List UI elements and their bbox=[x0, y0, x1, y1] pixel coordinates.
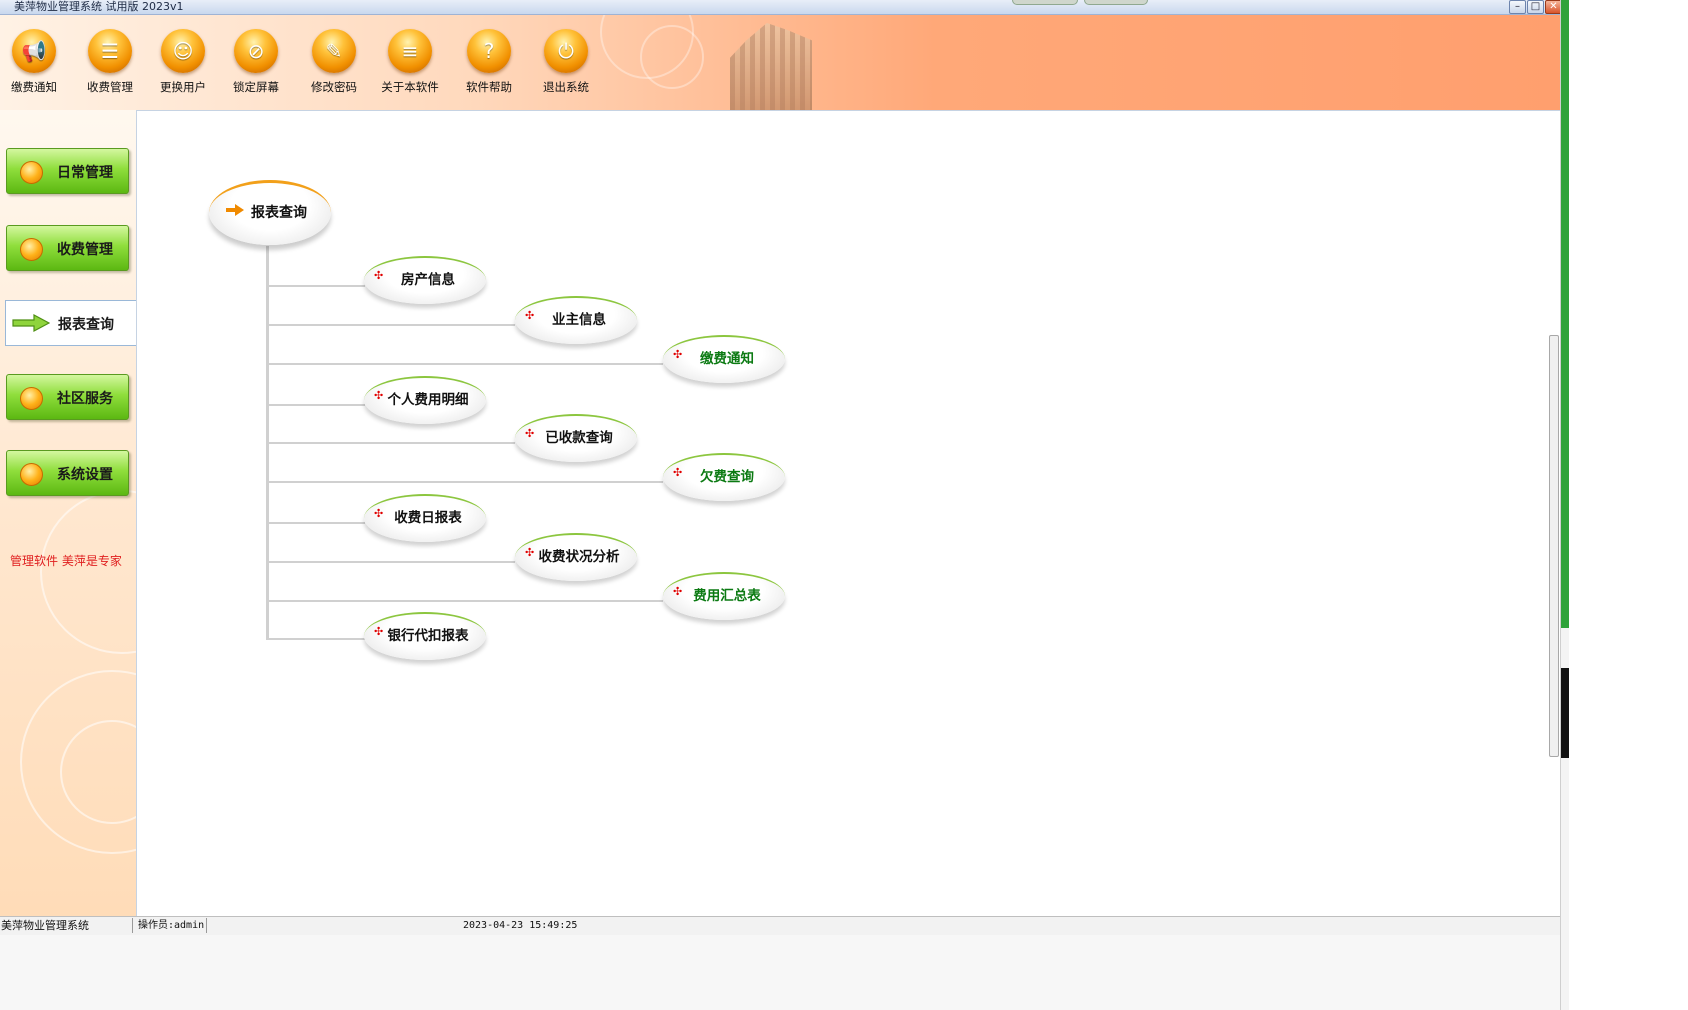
tree-branch bbox=[269, 285, 365, 287]
toolbar-change-password-button[interactable]: ✎ 修改密码 bbox=[298, 29, 370, 95]
node-label: 欠费查询 bbox=[700, 469, 754, 485]
tree-branch bbox=[269, 442, 515, 444]
node-daily-fee-report[interactable]: ✣ 收费日报表 bbox=[364, 494, 488, 544]
toolbar-label: 修改密码 bbox=[311, 80, 357, 94]
sidebar-item-daily-management[interactable]: 日常管理 bbox=[6, 148, 129, 194]
sidebar-item-fee-management[interactable]: 收费管理 bbox=[6, 225, 129, 271]
maximize-button[interactable]: □ bbox=[1527, 0, 1544, 14]
toolbar-label: 收费管理 bbox=[87, 80, 133, 94]
toolbar-exit-button[interactable]: ⏻ 退出系统 bbox=[530, 29, 602, 95]
node-arrears-query[interactable]: ✣ 欠费查询 bbox=[663, 453, 787, 503]
sidebar-item-report-query[interactable]: 报表查询 bbox=[5, 300, 136, 346]
node-label: 个人费用明细 bbox=[387, 392, 469, 408]
status-datetime: 2023-04-23 15:49:25 bbox=[463, 920, 578, 931]
node-label: 收费状况分析 bbox=[538, 549, 620, 565]
sidebar-item-label: 社区服务 bbox=[57, 391, 113, 407]
sidebar-item-label: 系统设置 bbox=[57, 467, 113, 483]
title-decoration bbox=[1012, 0, 1078, 5]
orange-dot-icon bbox=[20, 161, 43, 184]
status-app-name: 美萍物业管理系统 bbox=[1, 919, 89, 932]
minimize-button[interactable]: – bbox=[1509, 0, 1526, 14]
user-switch-icon: ☺ bbox=[172, 39, 194, 63]
node-received-query[interactable]: ✣ 已收款查询 bbox=[515, 414, 639, 464]
background-window-edge bbox=[1561, 0, 1569, 628]
toolbar-label: 软件帮助 bbox=[466, 80, 512, 94]
orange-arrow-icon bbox=[226, 204, 244, 216]
lock-screen-icon: ⊘ bbox=[247, 39, 265, 63]
toolbar-fee-management-button[interactable]: ☰ 收费管理 bbox=[74, 29, 146, 95]
toolbar-switch-user-button[interactable]: ☺ 更换用户 bbox=[147, 29, 219, 95]
node-personal-fee-detail[interactable]: ✣ 个人费用明细 bbox=[364, 376, 488, 426]
sidebar-item-label: 报表查询 bbox=[58, 317, 114, 333]
report-query-root-node: 报表查询 bbox=[209, 180, 333, 250]
node-label: 房产信息 bbox=[401, 272, 455, 288]
orange-dot-icon bbox=[20, 238, 43, 261]
decor-ring bbox=[640, 25, 704, 89]
tree-branch bbox=[269, 324, 515, 326]
node-label: 已收款查询 bbox=[545, 430, 613, 446]
status-operator: 操作员:admin bbox=[138, 920, 205, 931]
orange-dot-icon bbox=[20, 387, 43, 410]
power-icon: ⏻ bbox=[558, 39, 574, 63]
main-toolbar: 📢 缴费通知 ☰ 收费管理 ☺ 更换用户 ⊘ 锁定屏幕 ✎ 修改密码 ≡ 关于本… bbox=[0, 15, 1560, 110]
help-icon: ? bbox=[483, 39, 495, 63]
sidebar-item-label: 日常管理 bbox=[57, 165, 113, 181]
megaphone-icon: 📢 bbox=[21, 39, 47, 63]
ledger-icon: ☰ bbox=[101, 39, 119, 63]
toolbar-label: 锁定屏幕 bbox=[233, 80, 279, 94]
building-illustration bbox=[730, 23, 812, 110]
tree-branch bbox=[269, 561, 515, 563]
status-divider bbox=[132, 918, 133, 933]
tree-branch bbox=[269, 522, 365, 524]
node-label: 银行代扣报表 bbox=[387, 628, 469, 644]
sidebar-item-label: 收费管理 bbox=[57, 242, 113, 258]
tree-branch bbox=[269, 404, 365, 406]
decor-ring bbox=[40, 490, 136, 654]
right-edge-strip bbox=[1560, 0, 1569, 1010]
status-divider bbox=[206, 918, 207, 933]
sidebar-item-community-service[interactable]: 社区服务 bbox=[6, 374, 129, 420]
title-decoration bbox=[1084, 0, 1148, 5]
status-bar: 美萍物业管理系统 操作员:admin 2023-04-23 15:49:25 bbox=[0, 916, 1560, 935]
sidebar-item-system-settings[interactable]: 系统设置 bbox=[6, 450, 129, 496]
window-bottom-area bbox=[0, 935, 1560, 1010]
toolbar-label: 缴费通知 bbox=[11, 80, 57, 94]
toolbar-about-button[interactable]: ≡ 关于本软件 bbox=[374, 29, 446, 95]
toolbar-label: 更换用户 bbox=[160, 80, 206, 94]
node-label: 收费日报表 bbox=[394, 510, 462, 526]
tree-branch bbox=[269, 600, 663, 602]
window-title: 美萍物业管理系统 试用版 2023v1 bbox=[14, 0, 184, 13]
toolbar-label: 关于本软件 bbox=[381, 80, 439, 94]
sidebar-slogan: 管理软件 美萍是专家 bbox=[10, 554, 122, 568]
orange-dot-icon bbox=[20, 463, 43, 486]
node-fee-summary[interactable]: ✣ 费用汇总表 bbox=[663, 572, 787, 622]
tree-branch bbox=[269, 363, 663, 365]
toolbar-label: 退出系统 bbox=[543, 80, 589, 94]
key-icon: ✎ bbox=[325, 39, 343, 63]
main-content bbox=[136, 110, 1561, 917]
node-label: 缴费通知 bbox=[700, 351, 754, 367]
node-label: 业主信息 bbox=[552, 312, 606, 328]
node-label: 费用汇总表 bbox=[693, 588, 761, 604]
background-window-edge bbox=[1561, 668, 1569, 758]
node-bank-deduction-report[interactable]: ✣ 银行代扣报表 bbox=[364, 612, 488, 662]
about-icon: ≡ bbox=[401, 39, 419, 63]
sidebar: 日常管理 收费管理 报表查询 社区服务 系统设置 管理软件 美萍是专家 bbox=[0, 110, 136, 916]
node-owner-info[interactable]: ✣ 业主信息 bbox=[515, 296, 639, 346]
scrollbar[interactable] bbox=[1549, 335, 1559, 757]
node-fee-status-analysis[interactable]: ✣ 收费状况分析 bbox=[515, 533, 639, 583]
toolbar-help-button[interactable]: ? 软件帮助 bbox=[453, 29, 525, 95]
tree-branch bbox=[269, 481, 663, 483]
root-node-label: 报表查询 bbox=[251, 205, 307, 221]
toolbar-payment-notice-button[interactable]: 📢 缴费通知 bbox=[0, 29, 70, 95]
title-bar: 美萍物业管理系统 试用版 2023v1 – □ ✕ bbox=[0, 0, 1568, 15]
toolbar-lock-screen-button[interactable]: ⊘ 锁定屏幕 bbox=[220, 29, 292, 95]
node-payment-notice[interactable]: ✣ 缴费通知 bbox=[663, 335, 787, 385]
node-property-info[interactable]: ✣ 房产信息 bbox=[364, 256, 488, 306]
green-arrow-icon bbox=[12, 314, 50, 332]
tree-branch bbox=[269, 638, 365, 640]
